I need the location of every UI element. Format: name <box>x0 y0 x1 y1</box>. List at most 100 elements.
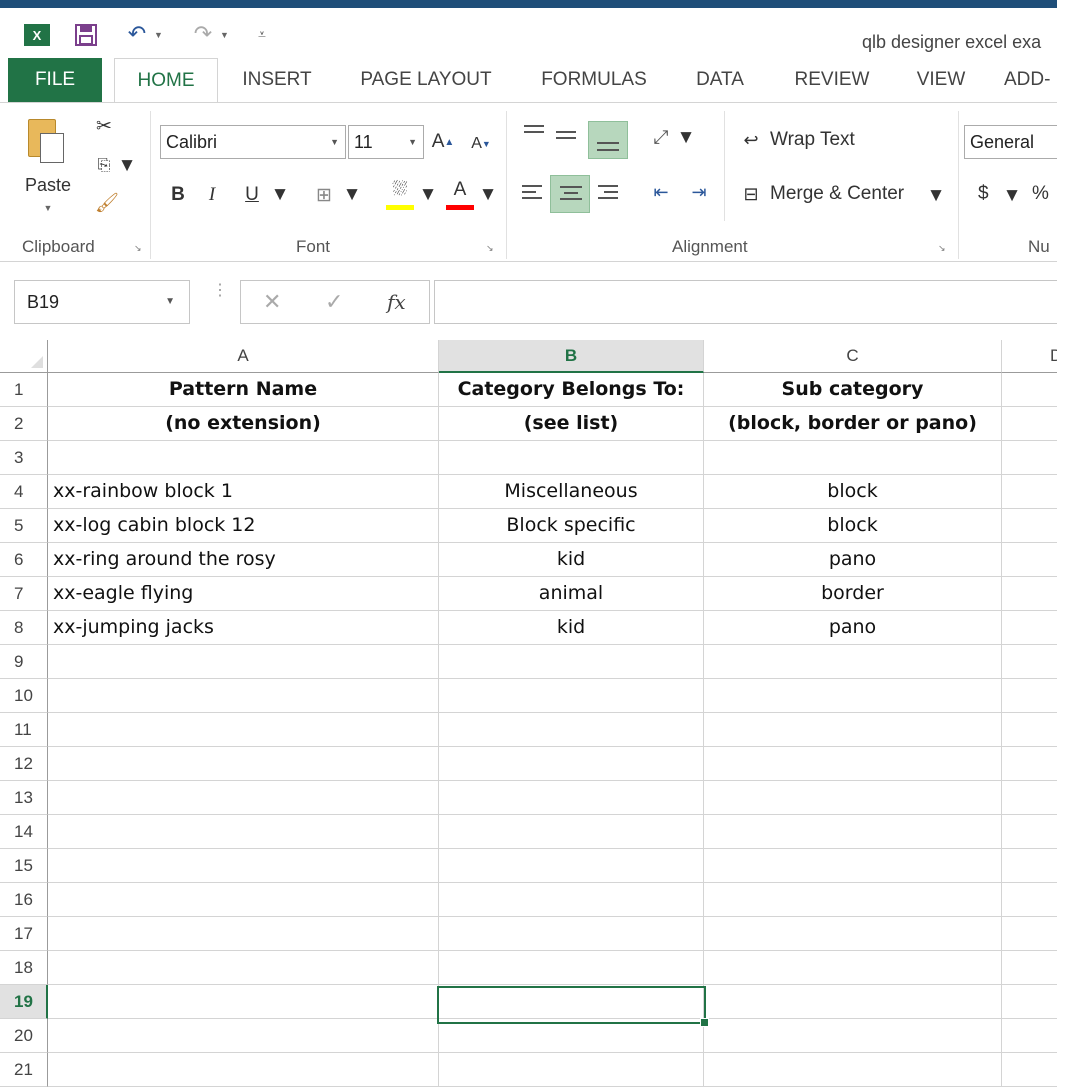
column-header-d[interactable]: D <box>1002 340 1057 373</box>
cell-a12[interactable] <box>48 747 439 781</box>
cell-d12[interactable] <box>1002 747 1057 781</box>
insert-function-icon[interactable]: fx <box>387 281 406 323</box>
cell-b18[interactable] <box>439 951 704 985</box>
row-header[interactable]: 21 <box>0 1053 48 1087</box>
cell-a13[interactable] <box>48 781 439 815</box>
underline-button[interactable]: U <box>240 179 264 211</box>
cell-d8[interactable] <box>1002 611 1057 645</box>
row-header[interactable]: 8 <box>0 611 48 645</box>
cell-c20[interactable] <box>704 1019 1002 1053</box>
cell-c19[interactable] <box>704 985 1002 1019</box>
cell-d3[interactable] <box>1002 441 1057 475</box>
name-box[interactable]: B19 ▼ <box>14 280 190 324</box>
cell-a1[interactable]: Pattern Name <box>48 373 439 407</box>
font-launcher-icon[interactable]: ↘ <box>486 243 497 254</box>
align-center-button[interactable] <box>550 175 590 213</box>
decrease-indent-icon[interactable]: ⇤ <box>646 177 676 207</box>
copy-icon[interactable]: ⎘ <box>88 151 120 181</box>
cell-d18[interactable] <box>1002 951 1057 985</box>
cell-b10[interactable] <box>439 679 704 713</box>
merge-center-icon[interactable]: ⊟ <box>736 179 766 209</box>
name-box-dropdown-icon[interactable]: ▼ <box>165 281 175 323</box>
align-left-icon[interactable] <box>522 183 544 205</box>
tab-file[interactable]: FILE <box>8 58 102 102</box>
cell-b8[interactable]: kid <box>439 611 704 645</box>
cell-a4[interactable]: xx-rainbow block 1 <box>48 475 439 509</box>
cell-d9[interactable] <box>1002 645 1057 679</box>
cell-b14[interactable] <box>439 815 704 849</box>
tab-review[interactable]: REVIEW <box>782 58 882 102</box>
row-header[interactable]: 14 <box>0 815 48 849</box>
cell-b16[interactable] <box>439 883 704 917</box>
save-icon[interactable] <box>74 23 98 47</box>
cell-b17[interactable] <box>439 917 704 951</box>
underline-dropdown-icon[interactable]: ▼ <box>271 184 290 205</box>
merge-dropdown-icon[interactable]: ▼ <box>927 185 946 206</box>
clipboard-launcher-icon[interactable]: ↘ <box>134 243 145 254</box>
align-right-icon[interactable] <box>598 183 620 205</box>
row-header[interactable]: 9 <box>0 645 48 679</box>
cell-d17[interactable] <box>1002 917 1057 951</box>
cell-c3[interactable] <box>704 441 1002 475</box>
cell-d11[interactable] <box>1002 713 1057 747</box>
currency-dropdown-icon[interactable]: ▼ <box>1003 185 1022 206</box>
cell-a21[interactable] <box>48 1053 439 1087</box>
row-header[interactable]: 4 <box>0 475 48 509</box>
cell-c4[interactable]: block <box>704 475 1002 509</box>
cell-c15[interactable] <box>704 849 1002 883</box>
orientation-dropdown-icon[interactable]: ▼ <box>677 127 696 148</box>
font-color-icon[interactable]: A <box>446 175 474 205</box>
row-header[interactable]: 10 <box>0 679 48 713</box>
cell-a14[interactable] <box>48 815 439 849</box>
cell-a5[interactable]: xx-log cabin block 12 <box>48 509 439 543</box>
cell-b12[interactable] <box>439 747 704 781</box>
row-header[interactable]: 7 <box>0 577 48 611</box>
fill-handle[interactable] <box>700 1018 709 1027</box>
italic-button[interactable]: I <box>200 179 224 211</box>
cell-a20[interactable] <box>48 1019 439 1053</box>
tab-formulas[interactable]: FORMULAS <box>528 58 660 102</box>
row-header[interactable]: 5 <box>0 509 48 543</box>
cell-d2[interactable] <box>1002 407 1057 441</box>
row-header[interactable]: 13 <box>0 781 48 815</box>
cell-b5[interactable]: Block specific <box>439 509 704 543</box>
cut-icon[interactable]: ✂ <box>88 111 120 141</box>
cell-b13[interactable] <box>439 781 704 815</box>
cell-b4[interactable]: Miscellaneous <box>439 475 704 509</box>
cell-a17[interactable] <box>48 917 439 951</box>
paste-dropdown-icon[interactable]: ▼ <box>18 203 78 213</box>
cell-c1[interactable]: Sub category <box>704 373 1002 407</box>
cell-d1[interactable] <box>1002 373 1057 407</box>
borders-dropdown-icon[interactable]: ▼ <box>343 184 362 205</box>
cell-d20[interactable] <box>1002 1019 1057 1053</box>
tab-view[interactable]: VIEW <box>904 58 978 102</box>
cell-b11[interactable] <box>439 713 704 747</box>
shrink-font-button[interactable]: A ▼ <box>468 127 494 161</box>
grow-font-button[interactable]: A ▲ <box>430 125 456 159</box>
cancel-icon[interactable]: ✕ <box>263 281 281 323</box>
cell-d14[interactable] <box>1002 815 1057 849</box>
merge-center-button[interactable]: Merge & Center <box>770 183 904 205</box>
cell-c21[interactable] <box>704 1053 1002 1087</box>
column-header-a[interactable]: A <box>48 340 439 373</box>
cell-c2[interactable]: (block, border or pano) <box>704 407 1002 441</box>
customize-qat-icon[interactable]: ⩡ <box>252 24 272 44</box>
row-header[interactable]: 20 <box>0 1019 48 1053</box>
cell-c12[interactable] <box>704 747 1002 781</box>
tab-insert[interactable]: INSERT <box>232 58 322 102</box>
cell-b2[interactable]: (see list) <box>439 407 704 441</box>
cell-c6[interactable]: pano <box>704 543 1002 577</box>
row-header[interactable]: 15 <box>0 849 48 883</box>
cell-d16[interactable] <box>1002 883 1057 917</box>
cell-c18[interactable] <box>704 951 1002 985</box>
cell-a19[interactable] <box>48 985 439 1019</box>
fill-color-dropdown-icon[interactable]: ▼ <box>419 184 438 205</box>
tab-home[interactable]: HOME <box>114 58 218 103</box>
excel-logo-icon[interactable]: X <box>24 24 50 46</box>
cell-a16[interactable] <box>48 883 439 917</box>
format-painter-icon[interactable]: 🖌 <box>92 189 122 217</box>
cell-c10[interactable] <box>704 679 1002 713</box>
cell-c8[interactable]: pano <box>704 611 1002 645</box>
active-cell-b19[interactable] <box>437 986 709 1027</box>
font-size-combo[interactable]: 11 ▼ <box>348 125 424 159</box>
